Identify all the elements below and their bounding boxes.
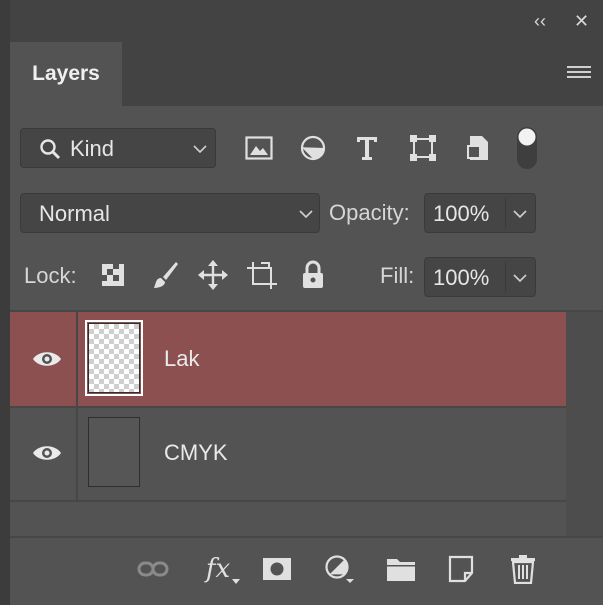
smart-object-filter-icon[interactable] <box>462 131 496 165</box>
shape-filter-icon[interactable] <box>406 131 440 165</box>
layers-panel: ‹‹ ✕ Layers Kind Normal Opacity: 100% Lo… <box>10 0 603 605</box>
layer-row-lak[interactable]: Lak <box>10 312 566 408</box>
divider <box>76 406 78 500</box>
lock-position-icon[interactable] <box>196 258 230 292</box>
blend-mode-dropdown[interactable]: Normal <box>20 193 320 233</box>
new-layer-icon[interactable] <box>444 552 478 586</box>
divider <box>505 262 506 292</box>
bottom-toolbar: fx <box>10 536 603 605</box>
kind-filter-dropdown[interactable]: Kind <box>20 128 216 168</box>
triangle-down-icon <box>232 579 240 584</box>
layer-name[interactable]: CMYK <box>164 440 228 466</box>
lock-label: Lock: <box>24 263 77 288</box>
fill-field[interactable]: 100% <box>424 257 536 297</box>
chevron-down-icon <box>193 145 207 154</box>
layer-thumbnail <box>85 320 143 396</box>
chevron-down-icon <box>513 274 527 283</box>
eye-icon[interactable] <box>32 443 62 463</box>
close-panel-button[interactable]: ✕ <box>574 12 589 30</box>
lock-image-pixels-icon[interactable] <box>148 258 182 292</box>
link-layers-icon[interactable] <box>136 552 170 586</box>
tab-layers[interactable]: Layers <box>10 42 122 106</box>
collapse-panel-button[interactable]: ‹‹ <box>534 12 546 30</box>
adjustment-filter-icon[interactable] <box>296 131 330 165</box>
image-filter-icon[interactable] <box>242 131 276 165</box>
opacity-field[interactable]: 100% <box>424 193 536 233</box>
layer-row-cmyk[interactable]: CMYK <box>10 406 566 502</box>
adjustment-layer-icon[interactable] <box>322 552 356 586</box>
divider <box>505 198 506 228</box>
kind-filter-label: Kind <box>70 136 115 161</box>
filter-toggle-icon[interactable] <box>512 125 542 171</box>
trash-icon[interactable] <box>506 552 540 586</box>
opacity-label: Opacity: <box>329 200 410 225</box>
fx-icon[interactable]: fx <box>198 552 240 586</box>
lock-artboard-icon[interactable] <box>246 258 280 292</box>
chevron-down-icon <box>513 210 527 219</box>
eye-icon[interactable] <box>32 349 62 369</box>
add-mask-icon[interactable] <box>260 552 294 586</box>
chevron-down-icon <box>299 210 313 219</box>
divider <box>76 312 78 406</box>
layer-name[interactable]: Lak <box>164 346 199 372</box>
layer-thumbnail <box>88 417 140 487</box>
group-folder-icon[interactable] <box>384 552 418 586</box>
opacity-value: 100% <box>433 201 490 226</box>
fill-value: 100% <box>433 265 490 290</box>
scrollbar-track[interactable] <box>566 312 603 536</box>
fill-label: Fill: <box>380 263 415 288</box>
panel-title-bar: ‹‹ ✕ <box>10 0 603 42</box>
lock-transparent-pixels-icon[interactable] <box>96 258 130 292</box>
type-filter-icon[interactable] <box>350 131 384 165</box>
lock-all-icon[interactable] <box>296 258 330 292</box>
hamburger-menu-icon[interactable] <box>567 66 591 80</box>
search-icon <box>40 139 61 160</box>
blend-mode-value: Normal <box>39 201 110 226</box>
tab-row: Layers <box>10 42 603 106</box>
fx-label: fx <box>205 554 231 584</box>
